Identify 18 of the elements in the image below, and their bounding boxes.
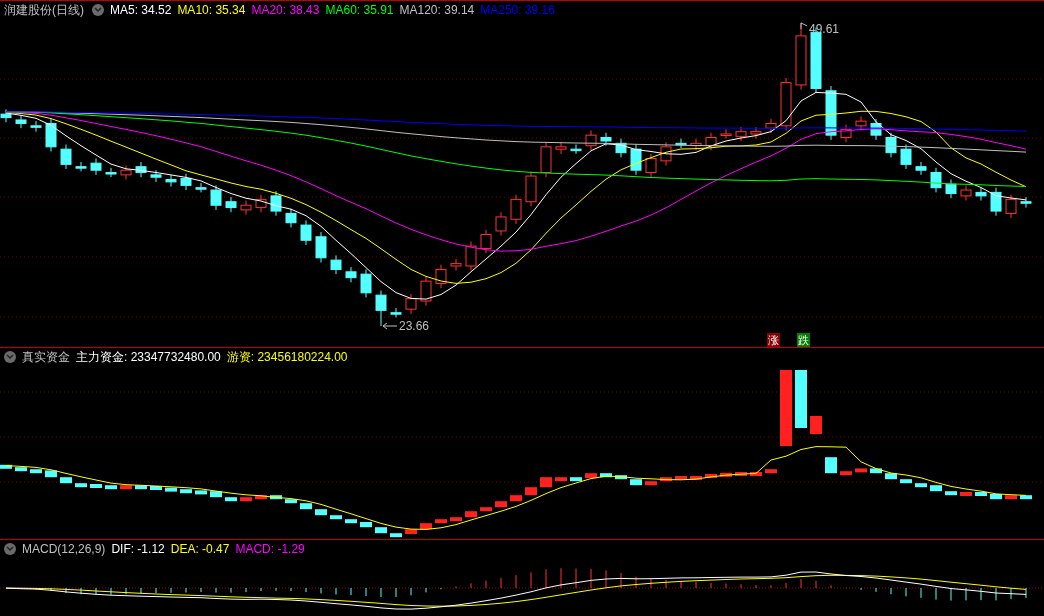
indicator-title: 真实资金 — [22, 349, 70, 366]
indicator-value: DIF: -1.12 — [111, 541, 165, 558]
indicator-value: MA250: 39.16 — [480, 2, 555, 19]
stock-title: 润建股份(日线) — [3, 2, 85, 19]
rise-marker: 涨 — [767, 333, 780, 347]
indicator-value: DEA: -0.47 — [170, 541, 230, 558]
indicator-value: 主力资金: 23347732480.00 — [76, 349, 221, 366]
indicator-value: MA5: 34.52 — [110, 2, 172, 19]
fall-marker: 跌 — [797, 333, 810, 347]
indicator-title: MACD(12,26,9) — [22, 541, 106, 558]
indicator-value: 游资: 23456180224.00 — [226, 349, 348, 366]
indicator-value: MA20: 38.43 — [251, 2, 320, 19]
indicator-value: MA10: 35.34 — [177, 2, 246, 19]
low-price-label: 23.66 — [382, 319, 430, 333]
high-price-label: 49.61 — [800, 21, 840, 36]
indicator-value: MA60: 35.91 — [325, 2, 394, 19]
indicator-value: MACD: -1.29 — [235, 541, 305, 558]
indicator-value: MA120: 39.14 — [399, 2, 475, 19]
